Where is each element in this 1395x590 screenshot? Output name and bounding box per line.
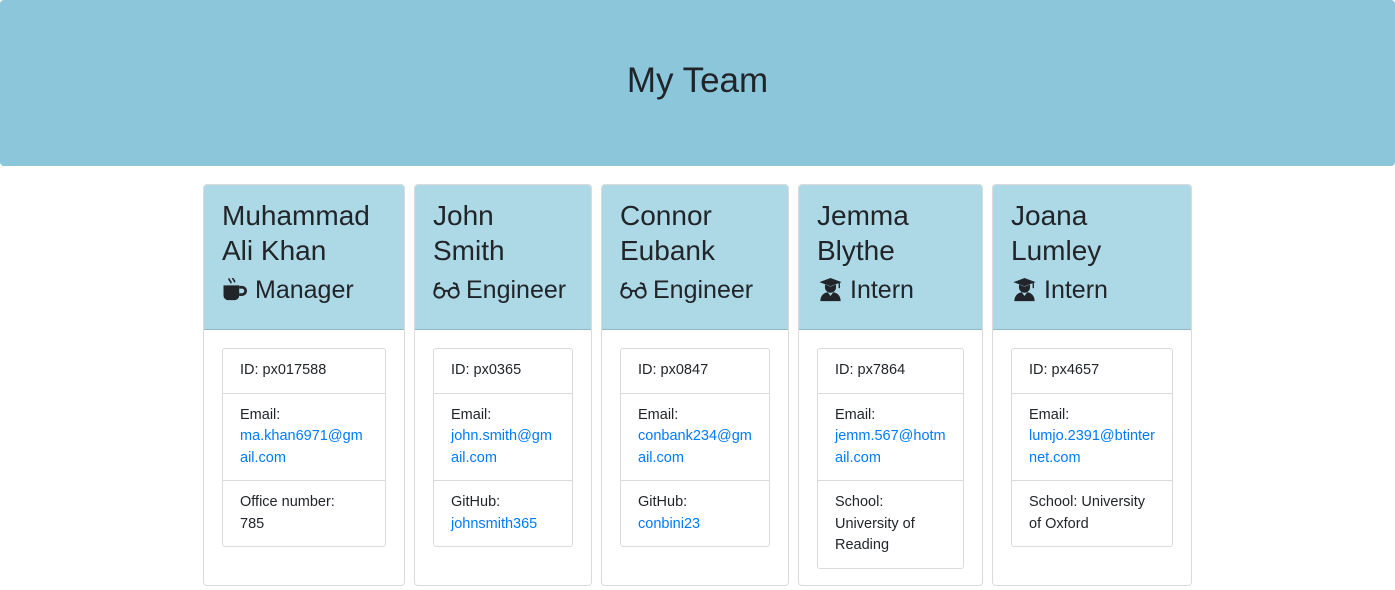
employee-card: Jemma Blythe Intern ID: px7864 Email: je… (798, 184, 983, 586)
card-body: ID: px0847 Email: conbank234@gmail.com G… (602, 330, 788, 547)
employee-office-row: Office number: 785 (223, 481, 385, 546)
employee-name: Jemma Blythe (817, 198, 964, 268)
employee-name-line1: Connor (620, 200, 712, 231)
employee-details: ID: px7864 Email: jemm.567@hotmail.com S… (817, 348, 964, 569)
email-label: Email: (451, 406, 492, 423)
email-link[interactable]: jemm.567@hotmail.com (835, 428, 946, 466)
email-label: Email: (240, 406, 281, 423)
email-link[interactable]: john.smith@gmail.com (451, 428, 552, 466)
email-label: Email: (1029, 406, 1070, 423)
github-link[interactable]: johnsmith365 (451, 516, 537, 532)
card-header: Jemma Blythe Intern (799, 185, 982, 330)
employee-details: ID: px0847 Email: conbank234@gmail.com G… (620, 348, 770, 547)
employee-name: Muhammad Ali Khan (222, 198, 386, 268)
employee-role-label: Engineer (466, 276, 567, 304)
employee-card: Muhammad Ali Khan Manager ID: px017588 E… (203, 184, 405, 586)
employee-school-row: School: University of Reading (818, 481, 963, 568)
employee-name-line1: John (433, 200, 494, 231)
card-header: Muhammad Ali Khan Manager (204, 185, 404, 330)
employee-role: Engineer (433, 275, 573, 305)
employee-name-line2: Smith (433, 235, 505, 266)
school-value: University of Reading (835, 515, 915, 554)
employee-role: Engineer (620, 275, 770, 305)
employee-name-line1: Muhammad (222, 200, 370, 231)
employee-details: ID: px4657 Email: lumjo.2391@btinternet.… (1011, 348, 1173, 547)
employee-email-row: Email: john.smith@gmail.com (434, 394, 572, 481)
employee-id: ID: px4657 (1012, 349, 1172, 394)
employee-name: Connor Eubank (620, 198, 770, 268)
employee-email-row: Email: jemm.567@hotmail.com (818, 394, 963, 481)
employee-role: Intern (817, 275, 964, 305)
employee-details: ID: px017588 Email: ma.khan6971@gmail.co… (222, 348, 386, 547)
employee-name-line2: Blythe (817, 235, 895, 266)
employee-id: ID: px0847 (621, 349, 769, 394)
card-body: ID: px7864 Email: jemm.567@hotmail.com S… (799, 330, 982, 569)
school-label: School: (1029, 494, 1082, 510)
card-header: Connor Eubank Engineer (602, 185, 788, 330)
employee-github-row: GitHub: conbini23 (621, 481, 769, 546)
user-graduate-icon (817, 278, 844, 302)
employee-role: Manager (222, 275, 386, 305)
email-label: Email: (638, 406, 679, 423)
employee-id: ID: px017588 (223, 349, 385, 394)
employee-role-label: Intern (1044, 276, 1108, 304)
card-body: ID: px4657 Email: lumjo.2391@btinternet.… (993, 330, 1191, 547)
employee-role-label: Engineer (653, 276, 754, 304)
employee-name-line1: Joana (1011, 200, 1088, 231)
employee-card: Connor Eubank Engineer ID: px0847 Email:… (601, 184, 789, 586)
employee-school-row: School: University of Oxford (1012, 481, 1172, 546)
mug-hot-icon (222, 278, 249, 302)
employee-card: John Smith Engineer ID: px0365 Email: jo… (414, 184, 592, 586)
employee-card: Joana Lumley Intern ID: px4657 Email: lu… (992, 184, 1192, 586)
page-title: My Team (626, 61, 769, 100)
employee-role: Intern (1011, 275, 1173, 305)
email-link[interactable]: conbank234@gmail.com (638, 428, 752, 466)
employee-email-row: Email: conbank234@gmail.com (621, 394, 769, 481)
github-label: GitHub: (451, 494, 501, 510)
employee-name-line2: Lumley (1011, 235, 1102, 266)
employee-details: ID: px0365 Email: john.smith@gmail.com G… (433, 348, 573, 547)
user-graduate-icon (1011, 278, 1038, 302)
employee-id: ID: px0365 (434, 349, 572, 394)
github-label: GitHub: (638, 494, 688, 510)
employee-email-row: Email: ma.khan6971@gmail.com (223, 394, 385, 481)
card-body: ID: px0365 Email: john.smith@gmail.com G… (415, 330, 591, 547)
employee-name-line2: Ali Khan (222, 235, 327, 266)
glasses-icon (433, 278, 460, 302)
glasses-icon (620, 278, 647, 302)
employee-github-row: GitHub: johnsmith365 (434, 481, 572, 546)
employee-role-label: Manager (255, 276, 354, 304)
card-body: ID: px017588 Email: ma.khan6971@gmail.co… (204, 330, 404, 547)
header-jumbotron: My Team (0, 0, 1395, 166)
employee-name-line1: Jemma (817, 200, 909, 231)
employee-role-label: Intern (850, 276, 914, 304)
school-label: School: (835, 494, 884, 510)
card-header: Joana Lumley Intern (993, 185, 1191, 330)
employee-email-row: Email: lumjo.2391@btinternet.com (1012, 394, 1172, 481)
employee-name-line2: Eubank (620, 235, 715, 266)
employee-id: ID: px7864 (818, 349, 963, 394)
office-number-label: Office number: (240, 494, 335, 510)
email-link[interactable]: lumjo.2391@btinternet.com (1029, 428, 1155, 466)
email-label: Email: (835, 406, 876, 423)
employee-name: John Smith (433, 198, 573, 268)
office-number-value: 785 (240, 515, 265, 532)
employee-name: Joana Lumley (1011, 198, 1173, 268)
card-header: John Smith Engineer (415, 185, 591, 330)
github-link[interactable]: conbini23 (638, 516, 700, 532)
email-link[interactable]: ma.khan6971@gmail.com (240, 428, 363, 466)
